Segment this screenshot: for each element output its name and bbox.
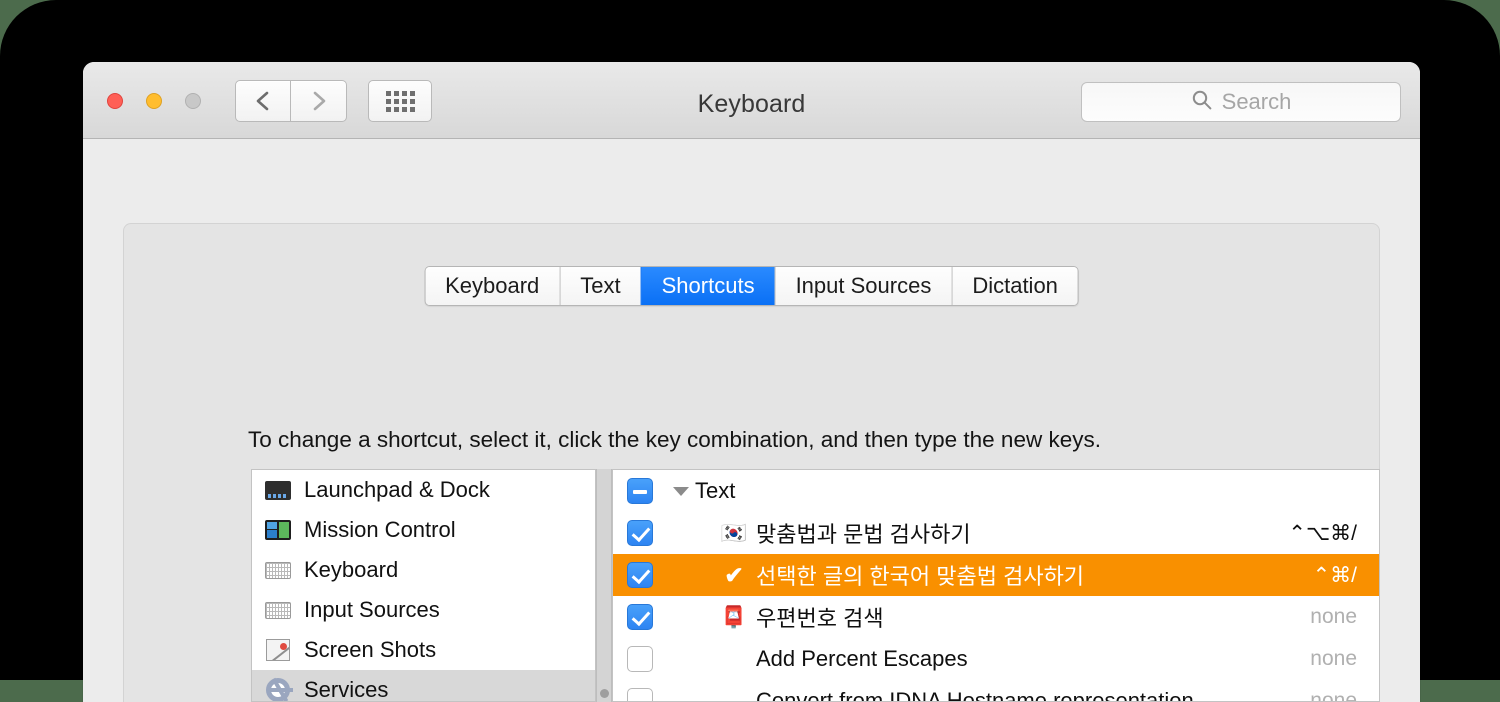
tab-shortcuts[interactable]: Shortcuts [640, 267, 775, 305]
row-shortcut-keys[interactable]: ⌃⌥⌘/ [1288, 521, 1357, 546]
row-shortcut-keys[interactable]: none [1310, 647, 1357, 671]
row-label: Convert from IDNA Hostname representatio… [756, 688, 1194, 702]
search-icon [1191, 89, 1213, 116]
tab-bar: Keyboard Text Shortcuts Input Sources Di… [424, 266, 1079, 306]
search-placeholder: Search [1221, 89, 1292, 114]
tab-dictation[interactable]: Dictation [951, 267, 1078, 305]
shortcut-list: Text 🇰🇷 맞춤법과 문법 검사하기 ⌃⌥⌘/ ✔ 선택한 글의 한국어 맞… [612, 469, 1380, 702]
korea-flag-icon: 🇰🇷 [720, 521, 748, 545]
mission-control-icon [265, 517, 291, 543]
input-sources-icon [265, 597, 291, 623]
shortcut-panes: Launchpad & Dock Mission Control Keyboar… [251, 469, 1380, 702]
row-checkbox[interactable] [627, 562, 653, 588]
shortcut-group-row[interactable]: Text [613, 470, 1379, 512]
table-row[interactable]: 🇰🇷 맞춤법과 문법 검사하기 ⌃⌥⌘/ [613, 512, 1379, 554]
tab-input-sources[interactable]: Input Sources [774, 267, 952, 305]
row-shortcut-keys[interactable]: none [1310, 689, 1357, 701]
splitter-grip-icon [600, 689, 609, 698]
screen-shots-icon [265, 637, 291, 663]
pane-splitter[interactable] [596, 469, 612, 702]
checkmark-icon: ✔ [724, 561, 744, 588]
chevron-down-icon[interactable] [673, 486, 689, 496]
sidebar-item-services[interactable]: Services [252, 670, 595, 702]
row-checkbox[interactable] [627, 520, 653, 546]
instruction-text: To change a shortcut, select it, click t… [248, 427, 1101, 452]
launchpad-dock-icon [265, 477, 291, 503]
sidebar-item-input-sources[interactable]: Input Sources [252, 590, 595, 630]
sidebar-item-label: Keyboard [304, 557, 399, 582]
row-shortcut-keys[interactable]: ⌃⌘/ [1313, 563, 1357, 588]
row-shortcut-keys[interactable]: none [1310, 605, 1357, 629]
table-row[interactable]: Add Percent Escapes none [613, 638, 1379, 680]
sidebar-item-keyboard[interactable]: Keyboard [252, 550, 595, 590]
sidebar-item-label: Mission Control [304, 517, 456, 542]
table-row[interactable]: 📮 우편번호 검색 none [613, 596, 1379, 638]
row-label: 맞춤법과 문법 검사하기 [756, 522, 971, 547]
system-preferences-window: Keyboard Search Keyboard Text Shortcuts … [83, 62, 1420, 702]
row-label: Add Percent Escapes [756, 646, 968, 671]
sidebar-item-mission-control[interactable]: Mission Control [252, 510, 595, 550]
sidebar-item-label: Screen Shots [304, 637, 437, 662]
services-gear-icon [265, 677, 293, 701]
group-label: Text [695, 478, 736, 503]
row-checkbox[interactable] [627, 688, 653, 701]
preference-pane-content: Keyboard Text Shortcuts Input Sources Di… [83, 139, 1420, 702]
table-row[interactable]: Convert from IDNA Hostname representatio… [613, 680, 1379, 702]
category-sidebar: Launchpad & Dock Mission Control Keyboar… [251, 469, 596, 702]
sidebar-item-launchpad-dock[interactable]: Launchpad & Dock [252, 470, 595, 510]
group-checkbox[interactable] [627, 478, 653, 504]
postbox-icon: 📮 [720, 605, 748, 629]
sidebar-item-screen-shots[interactable]: Screen Shots [252, 630, 595, 670]
row-label: 우편번호 검색 [756, 606, 884, 631]
sidebar-item-label: Launchpad & Dock [304, 477, 490, 502]
tab-text[interactable]: Text [559, 267, 641, 305]
window-titlebar: Keyboard Search [83, 62, 1420, 139]
keyboard-icon [265, 557, 291, 583]
sidebar-item-label: Services [304, 677, 389, 702]
table-row[interactable]: ✔ 선택한 글의 한국어 맞춤법 검사하기 ⌃⌘/ [613, 554, 1379, 596]
tab-keyboard[interactable]: Keyboard [425, 267, 560, 305]
row-label: 선택한 글의 한국어 맞춤법 검사하기 [756, 564, 1085, 589]
search-input[interactable]: Search [1081, 82, 1401, 122]
row-checkbox[interactable] [627, 604, 653, 630]
sidebar-item-label: Input Sources [304, 597, 440, 622]
row-checkbox[interactable] [627, 646, 653, 672]
